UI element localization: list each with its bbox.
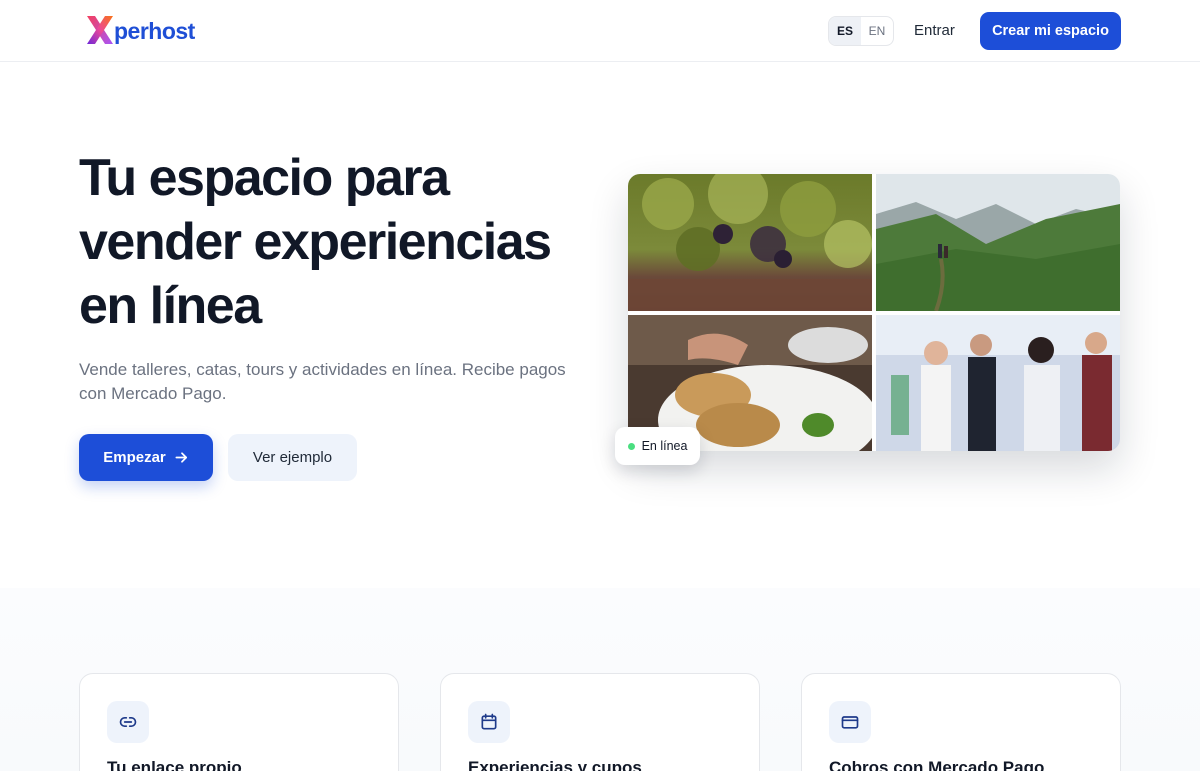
experience-gallery: [628, 174, 1120, 451]
online-status-label: En línea: [641, 439, 688, 453]
top-navbar: perhost ES EN Entrar Crear mi espacio: [0, 0, 1200, 62]
link-icon-wrapper: [107, 701, 149, 743]
feature-title: Experiencias y cupos: [468, 758, 642, 771]
feature-card-calendar: Experiencias y cupos: [440, 673, 760, 771]
credit-card-icon: [841, 716, 859, 729]
feature-card-payments: Cobros con Mercado Pago: [801, 673, 1121, 771]
vineyard-image: [628, 174, 872, 311]
get-started-button[interactable]: Empezar: [79, 434, 213, 481]
feature-card-link: Tu enlace propio: [79, 673, 399, 771]
lang-option-es[interactable]: ES: [829, 17, 861, 45]
get-started-label: Empezar: [103, 449, 166, 466]
logo-x-icon: [87, 16, 113, 44]
status-dot-icon: [627, 442, 635, 450]
calendar-icon-wrapper: [468, 701, 510, 743]
link-icon: [119, 717, 137, 727]
language-switcher: ES EN: [828, 16, 894, 46]
brand-logo[interactable]: perhost: [85, 14, 195, 46]
credit-card-icon-wrapper: [829, 701, 871, 743]
hero-title: Tu espacio para vender experiencias en l…: [79, 149, 552, 335]
hero-subtitle: Vende talleres, catas, tours y actividad…: [79, 360, 566, 403]
social-event-image: [876, 315, 1120, 451]
calendar-icon: [481, 713, 497, 730]
login-link[interactable]: Entrar: [914, 22, 955, 39]
view-example-button[interactable]: Ver ejemplo: [228, 434, 357, 481]
feature-title: Cobros con Mercado Pago: [829, 758, 1045, 771]
feature-title: Tu enlace propio: [107, 758, 242, 771]
online-status-badge: En línea: [615, 427, 700, 465]
valley-hike-image: [876, 174, 1120, 311]
lang-option-en[interactable]: EN: [861, 17, 893, 45]
create-space-button[interactable]: Crear mi espacio: [980, 12, 1121, 50]
brand-name: perhost: [114, 18, 195, 44]
arrow-right-icon: [175, 452, 187, 463]
